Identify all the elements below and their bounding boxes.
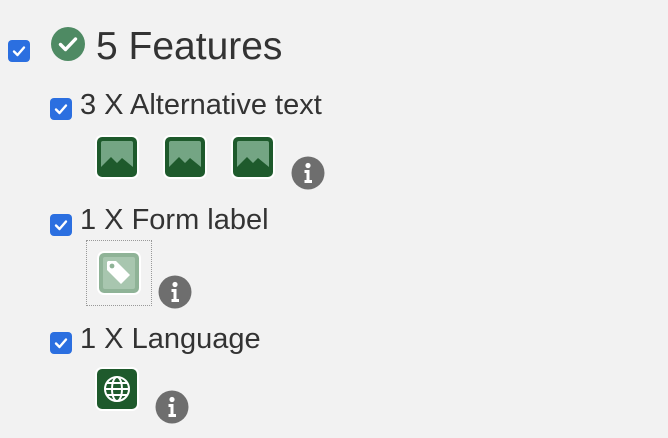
info-icon[interactable] (158, 275, 192, 309)
image-icon[interactable] (230, 134, 276, 180)
features-panel: 5 Features 3 X Alternative text 1 X Form… (0, 0, 668, 438)
checkmark-icon (54, 220, 68, 231)
alt-text-label: 3 X Alternative text (80, 89, 322, 121)
features-checkbox[interactable] (8, 40, 30, 62)
checkmark-icon (54, 104, 68, 115)
form-label-label: 1 X Form label (80, 204, 269, 236)
form-label-checkbox[interactable] (50, 214, 72, 236)
language-checkbox[interactable] (50, 332, 72, 354)
language-label: 1 X Language (80, 323, 261, 355)
success-check-icon (51, 27, 85, 61)
globe-icon[interactable] (94, 366, 140, 412)
checkmark-icon (12, 46, 26, 57)
info-icon[interactable] (155, 390, 189, 424)
features-title: 5 Features (96, 25, 283, 68)
checkmark-icon (54, 338, 68, 349)
image-icon[interactable] (94, 134, 140, 180)
info-icon[interactable] (291, 156, 325, 190)
image-icon[interactable] (162, 134, 208, 180)
alt-text-checkbox[interactable] (50, 98, 72, 120)
tag-icon[interactable] (96, 250, 142, 296)
